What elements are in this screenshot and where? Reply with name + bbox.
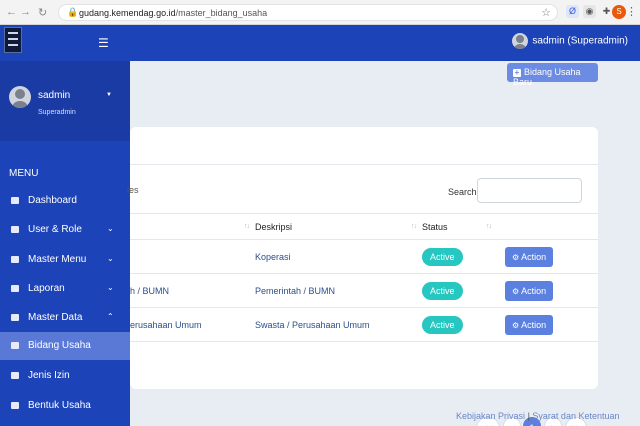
browser-menu-icon[interactable]: ⋮ — [626, 5, 637, 18]
profile-role: Superadmin — [38, 109, 76, 116]
home-icon — [11, 342, 19, 349]
show-entries-label: ies — [127, 185, 139, 195]
sidebar-item-bidang-usaha[interactable]: Bidang Usaha — [0, 332, 130, 360]
action-button[interactable]: ⚙ Action — [505, 280, 554, 301]
table-row: h / BUMN Pemerintah / BUMN Active ⚙ Actio… — [130, 273, 598, 308]
gears-icon: ⚙ — [512, 252, 520, 262]
report-icon — [11, 285, 19, 292]
url-text: gudang.kemendag.go.id/master_bidang_usah… — [79, 8, 268, 18]
status-badge: Active — [422, 281, 463, 300]
sidebar: sadmin Superadmin ▼ MENU Dashboard User … — [0, 61, 130, 426]
gears-icon: ⚙ — [512, 320, 520, 330]
sidebar-item-master-data[interactable]: Master Data ⌃ — [0, 304, 130, 332]
forward-icon[interactable]: → — [20, 6, 31, 18]
home-icon — [11, 372, 19, 379]
add-bidang-usaha-button[interactable]: + Bidang Usaha Baru — [507, 63, 598, 87]
cell-deskripsi: Pemerintah / BUMN — [255, 273, 422, 308]
column-header-name[interactable]: ↑↓ — [130, 213, 255, 240]
gears-icon: ⚙ — [512, 286, 520, 296]
cell-name: h / BUMN — [130, 273, 255, 308]
hamburger-menu-icon[interactable]: ☰ — [98, 36, 109, 50]
menu-heading: MENU — [9, 168, 39, 179]
sidebar-item-dashboard[interactable]: Dashboard — [0, 187, 130, 215]
chevron-down-icon: ⌄ — [107, 224, 114, 233]
footer-separator: | — [527, 411, 530, 421]
user-menu[interactable]: sadmin (Superadmin) — [512, 33, 628, 49]
bookmark-star-icon[interactable]: ☆ — [541, 6, 551, 19]
column-header-status[interactable]: Status ↑↓ — [422, 213, 497, 240]
main-content: + Bidang Usaha Baru ies Search: ↑↓ Deskri… — [127, 61, 640, 426]
cell-name — [130, 239, 255, 274]
caret-down-icon[interactable]: ▼ — [106, 92, 112, 98]
database-icon — [11, 314, 19, 321]
sidebar-profile[interactable]: sadmin Superadmin ▼ — [0, 61, 130, 141]
chevron-down-icon: ⌄ — [107, 283, 114, 292]
sort-icon: ↑↓ — [411, 223, 417, 230]
privacy-link[interactable]: Kebijakan Privasi — [456, 411, 525, 421]
plus-icon: + — [513, 68, 521, 77]
sidebar-item-master-menu[interactable]: Master Menu ⌄ — [0, 246, 130, 274]
action-button[interactable]: ⚙ Action — [505, 246, 554, 267]
table-row: Koperasi Active ⚙ Action — [130, 239, 598, 274]
home-icon — [11, 197, 19, 204]
browser-profile-avatar[interactable]: S — [612, 5, 626, 19]
terms-link[interactable]: Syarat dan Ketentuan — [532, 411, 619, 421]
column-header-deskripsi[interactable]: Deskripsi ↑↓ — [255, 213, 422, 240]
avatar — [512, 33, 529, 49]
sort-icon: ↑↓ — [486, 223, 492, 230]
user-label: sadmin (Superadmin) — [532, 35, 628, 47]
users-icon — [11, 226, 19, 233]
column-header-action — [497, 213, 598, 240]
extension-icon[interactable]: ◉ — [583, 5, 596, 18]
cell-name: erusahaan Umum — [130, 307, 255, 342]
top-navbar: ☰ sadmin (Superadmin) — [0, 25, 640, 61]
back-icon[interactable]: ← — [6, 6, 17, 18]
cell-deskripsi: Swasta / Perusahaan Umum — [255, 307, 422, 342]
search-input[interactable] — [477, 178, 582, 203]
home-icon — [11, 402, 19, 409]
footer-links: Kebijakan Privasi | Syarat dan Ketentuan — [456, 411, 620, 421]
browser-toolbar: ← → ↻ 🔒 gudang.kemendag.go.id/master_bid… — [0, 0, 640, 25]
profile-name: sadmin — [38, 90, 71, 101]
status-badge: Active — [422, 247, 463, 266]
sidebar-item-jenis-izin[interactable]: Jenis Izin — [0, 362, 130, 390]
sidebar-item-bentuk-usaha[interactable]: Bentuk Usaha — [0, 392, 130, 420]
extension-icon[interactable]: Ø — [566, 5, 579, 18]
avatar — [9, 86, 31, 108]
sidebar-item-user-role[interactable]: User & Role ⌄ — [0, 216, 130, 244]
chevron-up-icon: ⌃ — [107, 312, 114, 321]
lock-icon: 🔒 — [67, 7, 79, 17]
action-button[interactable]: ⚙ Action — [505, 314, 554, 335]
folder-icon — [11, 256, 19, 263]
chevron-down-icon: ⌄ — [107, 254, 114, 263]
app-logo[interactable] — [4, 27, 22, 53]
cell-deskripsi: Koperasi — [255, 239, 422, 274]
reload-icon[interactable]: ↻ — [38, 6, 47, 19]
search-label: Search: — [448, 187, 480, 197]
card-header — [130, 127, 598, 165]
sort-icon: ↑↓ — [244, 223, 250, 230]
status-badge: Active — [422, 315, 463, 334]
data-table: ↑↓ Deskripsi ↑↓ Status ↑↓ Koperasi Active … — [130, 213, 598, 342]
table-card: ies Search: ↑↓ Deskripsi ↑↓ Status ↑↓ Kope… — [127, 127, 598, 426]
address-bar[interactable]: 🔒 gudang.kemendag.go.id/master_bidang_us… — [58, 4, 558, 21]
table-row: erusahaan Umum Swasta / Perusahaan Umum … — [130, 307, 598, 342]
sidebar-item-laporan[interactable]: Laporan ⌄ — [0, 275, 130, 303]
